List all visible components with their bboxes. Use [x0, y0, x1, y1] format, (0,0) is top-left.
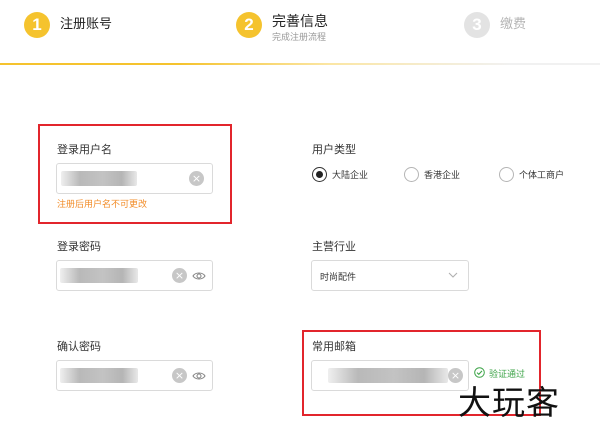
industry-label: 主营行业 [312, 240, 356, 253]
step-title-register-account: 注册账号 [60, 17, 113, 32]
password-input[interactable]: × [56, 260, 213, 291]
confirm-password-clear-icon[interactable]: × [172, 368, 187, 383]
step-number-1: 1 [24, 12, 50, 38]
password-eye-icon[interactable] [192, 269, 206, 283]
step-subtitle-complete-info: 完成注册流程 [272, 33, 327, 43]
radio-unselected-icon [404, 167, 419, 182]
step-number-2: 2 [236, 12, 262, 38]
password-clear-icon[interactable]: × [172, 268, 187, 283]
step-title-complete-info: 完善信息 [272, 14, 328, 30]
password-value-blurred [60, 268, 138, 283]
highlight-box-username [38, 124, 232, 224]
radio-unselected-icon [499, 167, 514, 182]
step-title-payment: 缴费 [500, 17, 527, 32]
user-type-option-label: 个体工商户 [519, 171, 565, 181]
user-type-option-label: 大陆企业 [332, 171, 369, 181]
user-type-option-label: 香港企业 [424, 171, 461, 181]
industry-selected-value: 时尚配件 [320, 273, 357, 283]
industry-select[interactable]: 时尚配件 [311, 260, 469, 291]
radio-selected-icon [312, 167, 327, 182]
confirm-password-value-blurred [60, 368, 138, 383]
user-type-label: 用户类型 [312, 143, 356, 156]
confirm-password-label: 确认密码 [57, 340, 101, 353]
progress-stepper: 1 注册账号 2 完善信息 完成注册流程 3 缴费 [0, 0, 600, 66]
watermark-text: 大玩客 [458, 383, 560, 422]
chevron-down-icon [448, 272, 458, 278]
confirm-password-input[interactable]: × [56, 360, 213, 391]
password-label: 登录密码 [57, 240, 101, 253]
stepper-progress-line [0, 63, 600, 65]
step-number-3: 3 [464, 12, 490, 38]
confirm-password-eye-icon[interactable] [192, 369, 206, 383]
